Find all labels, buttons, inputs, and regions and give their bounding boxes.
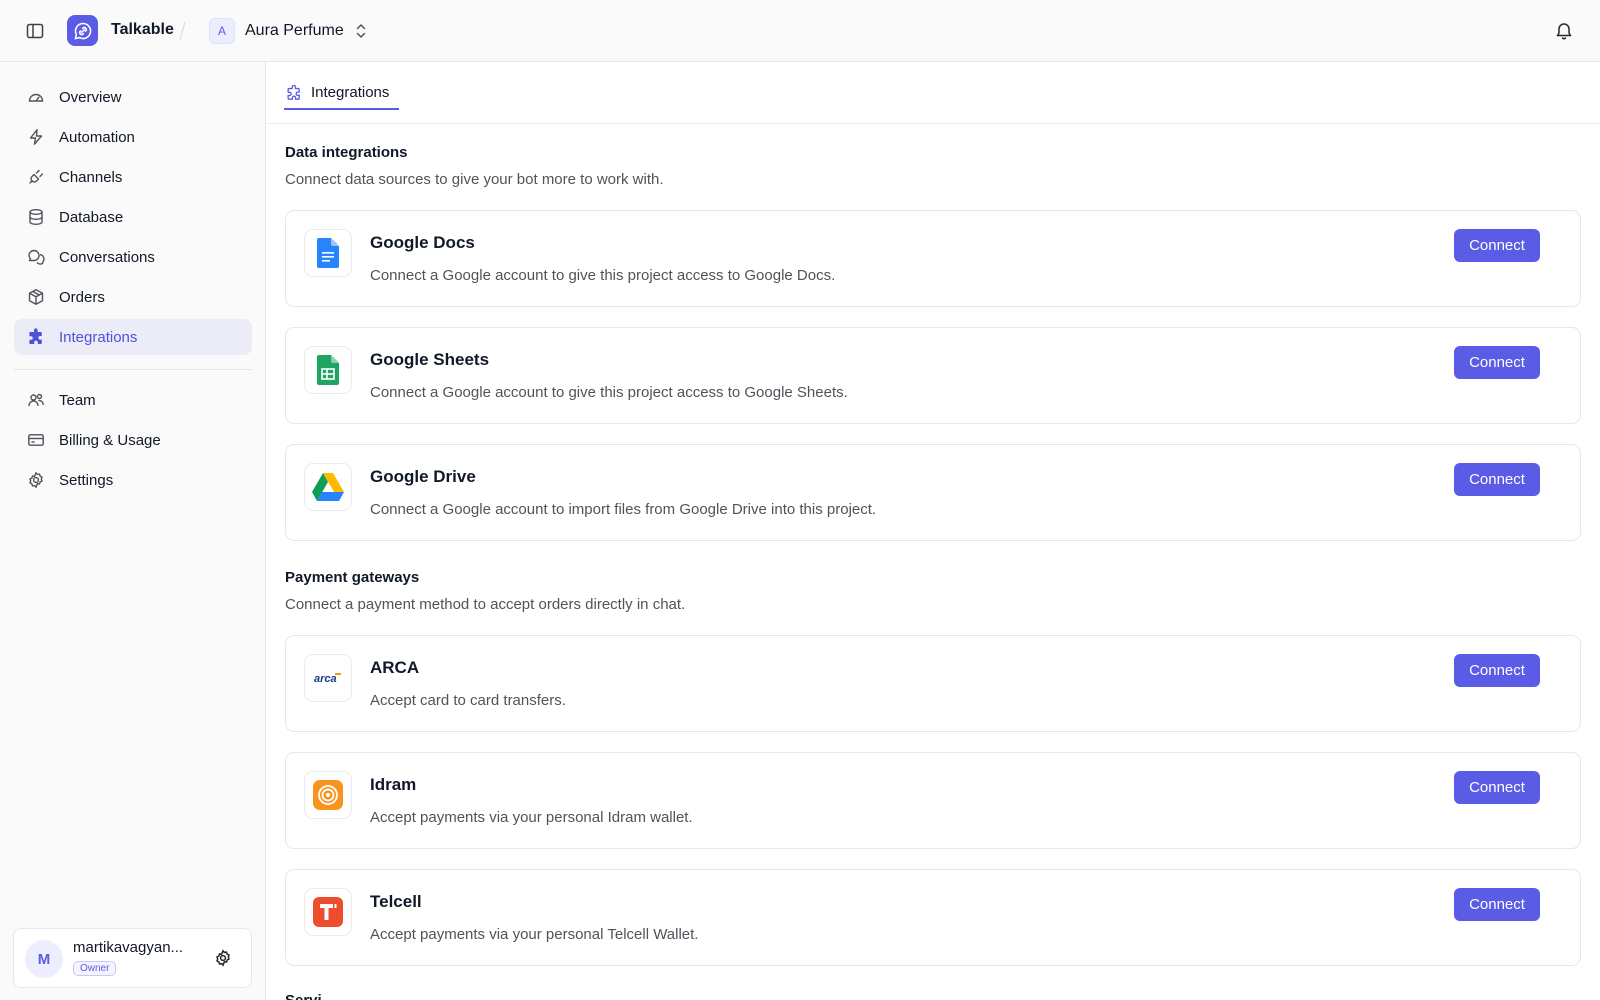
card-title: ARCA: [370, 658, 420, 677]
role-badge: Owner: [73, 961, 117, 976]
card-title: Google Sheets: [370, 350, 490, 369]
sidebar-item-team[interactable]: Team: [14, 382, 252, 418]
section-title-next: Servi: [285, 992, 322, 1000]
section-title-payment-gateways: Payment gateways: [285, 569, 420, 586]
connect-button-arca[interactable]: Connect: [1454, 654, 1540, 687]
brand-name: Talkable: [111, 21, 174, 38]
connect-button-google-sheets[interactable]: Connect: [1454, 346, 1540, 379]
sidebar-item-settings[interactable]: Settings: [14, 462, 252, 498]
user-name: martikavagyan...: [73, 939, 184, 956]
sidebar-item-billing[interactable]: Billing & Usage: [14, 422, 252, 458]
integration-card-arca: arca ARCA Accept card to card transfers.…: [285, 635, 1581, 732]
breadcrumb-separator: [179, 22, 186, 40]
sidebar-item-label: Conversations: [59, 248, 155, 266]
card-description: Connect a Google account to import files…: [370, 501, 877, 518]
card-description: Connect a Google account to give this pr…: [370, 384, 848, 401]
top-bar: Talkable A Aura Perfume: [0, 0, 1600, 62]
section-title-data-integrations: Data integrations: [285, 144, 408, 161]
lightning-icon: [29, 129, 43, 145]
sidebar-item-channels[interactable]: Channels: [14, 159, 252, 195]
user-card[interactable]: M martikavagyan... Owner: [13, 928, 252, 988]
connect-button-google-docs[interactable]: Connect: [1454, 229, 1540, 262]
section-description: Connect a payment method to accept order…: [285, 596, 686, 613]
sidebar-item-label: Overview: [59, 88, 122, 106]
sidebar-item-label: Database: [59, 208, 124, 226]
sidebar-item-label: Automation: [59, 128, 135, 146]
tab-label: Integrations: [311, 84, 390, 101]
puzzle-icon: [29, 328, 42, 344]
card-description: Accept payments via your personal Idram …: [370, 809, 693, 826]
sidebar-divider: [14, 369, 252, 370]
card-title: Telcell: [370, 892, 422, 911]
card-title: Google Docs: [370, 233, 475, 252]
package-icon: [28, 289, 44, 305]
chat-bubbles-icon: [28, 249, 45, 265]
tab-bar: Integrations: [267, 62, 1600, 124]
card-title: Idram: [370, 775, 417, 794]
gear-icon: [29, 471, 43, 489]
gauge-icon: [28, 93, 44, 102]
connect-button-google-drive[interactable]: Connect: [1454, 463, 1540, 496]
sidebar-item-automation[interactable]: Automation: [14, 119, 252, 155]
google-docs-icon: [304, 229, 352, 277]
sidebar-item-label: Team: [59, 391, 96, 409]
sidebar-item-label: Orders: [59, 288, 105, 306]
sidebar-item-conversations[interactable]: Conversations: [14, 239, 252, 275]
google-sheets-icon: [304, 346, 352, 394]
gear-icon[interactable]: [214, 949, 232, 967]
database-icon: [29, 209, 43, 226]
sidebar-item-orders[interactable]: Orders: [14, 279, 252, 315]
connect-button-telcell[interactable]: Connect: [1454, 888, 1540, 921]
sidebar-item-label: Channels: [59, 168, 123, 186]
arca-logo-text: arca: [314, 673, 337, 685]
arca-logo-icon: arca: [304, 654, 352, 702]
sidebar-item-label: Settings: [59, 471, 114, 489]
tab-integrations[interactable]: Integrations: [284, 77, 400, 110]
avatar: M: [25, 940, 63, 978]
sidebar-item-label: Integrations: [59, 328, 138, 346]
card-title: Google Drive: [370, 467, 476, 486]
sidebar-item-label: Billing & Usage: [59, 431, 161, 449]
chat-link-icon: [73, 22, 91, 40]
idram-logo-icon: [304, 771, 352, 819]
integration-card-google-docs: Google Docs Connect a Google account to …: [285, 210, 1581, 307]
sidebar: Overview Automation Channels Database Co…: [0, 62, 266, 1000]
integration-card-google-drive: Google Drive Connect a Google account to…: [285, 444, 1581, 541]
plug-icon: [29, 169, 44, 184]
integration-card-telcell: Telcell Accept payments via your persona…: [285, 869, 1581, 966]
sidebar-toggle-icon[interactable]: [25, 21, 45, 41]
brand-logo[interactable]: [67, 15, 98, 46]
project-switcher[interactable]: A Aura Perfume: [209, 17, 368, 45]
connect-button-idram[interactable]: Connect: [1454, 771, 1540, 804]
team-icon: [28, 393, 44, 407]
project-name: Aura Perfume: [245, 22, 344, 39]
section-description: Connect data sources to give your bot mo…: [285, 171, 664, 188]
credit-card-icon: [28, 434, 44, 446]
integration-card-idram: Idram Accept payments via your personal …: [285, 752, 1581, 849]
chevron-up-down-icon: [356, 24, 365, 38]
card-description: Accept payments via your personal Telcel…: [370, 926, 699, 943]
card-description: Connect a Google account to give this pr…: [370, 267, 836, 284]
sidebar-item-overview[interactable]: Overview: [14, 79, 252, 115]
bell-icon[interactable]: [1554, 21, 1574, 41]
project-avatar: A: [209, 18, 235, 44]
card-description: Accept card to card transfers.: [370, 692, 566, 709]
telcell-logo-icon: [304, 888, 352, 936]
sidebar-item-database[interactable]: Database: [14, 199, 252, 235]
integration-card-google-sheets: Google Sheets Connect a Google account t…: [285, 327, 1581, 424]
puzzle-icon: [287, 84, 300, 100]
main-content: Integrations Data integrations Connect d…: [267, 62, 1600, 1000]
sidebar-item-integrations[interactable]: Integrations: [14, 319, 252, 355]
google-drive-icon: [304, 463, 352, 511]
